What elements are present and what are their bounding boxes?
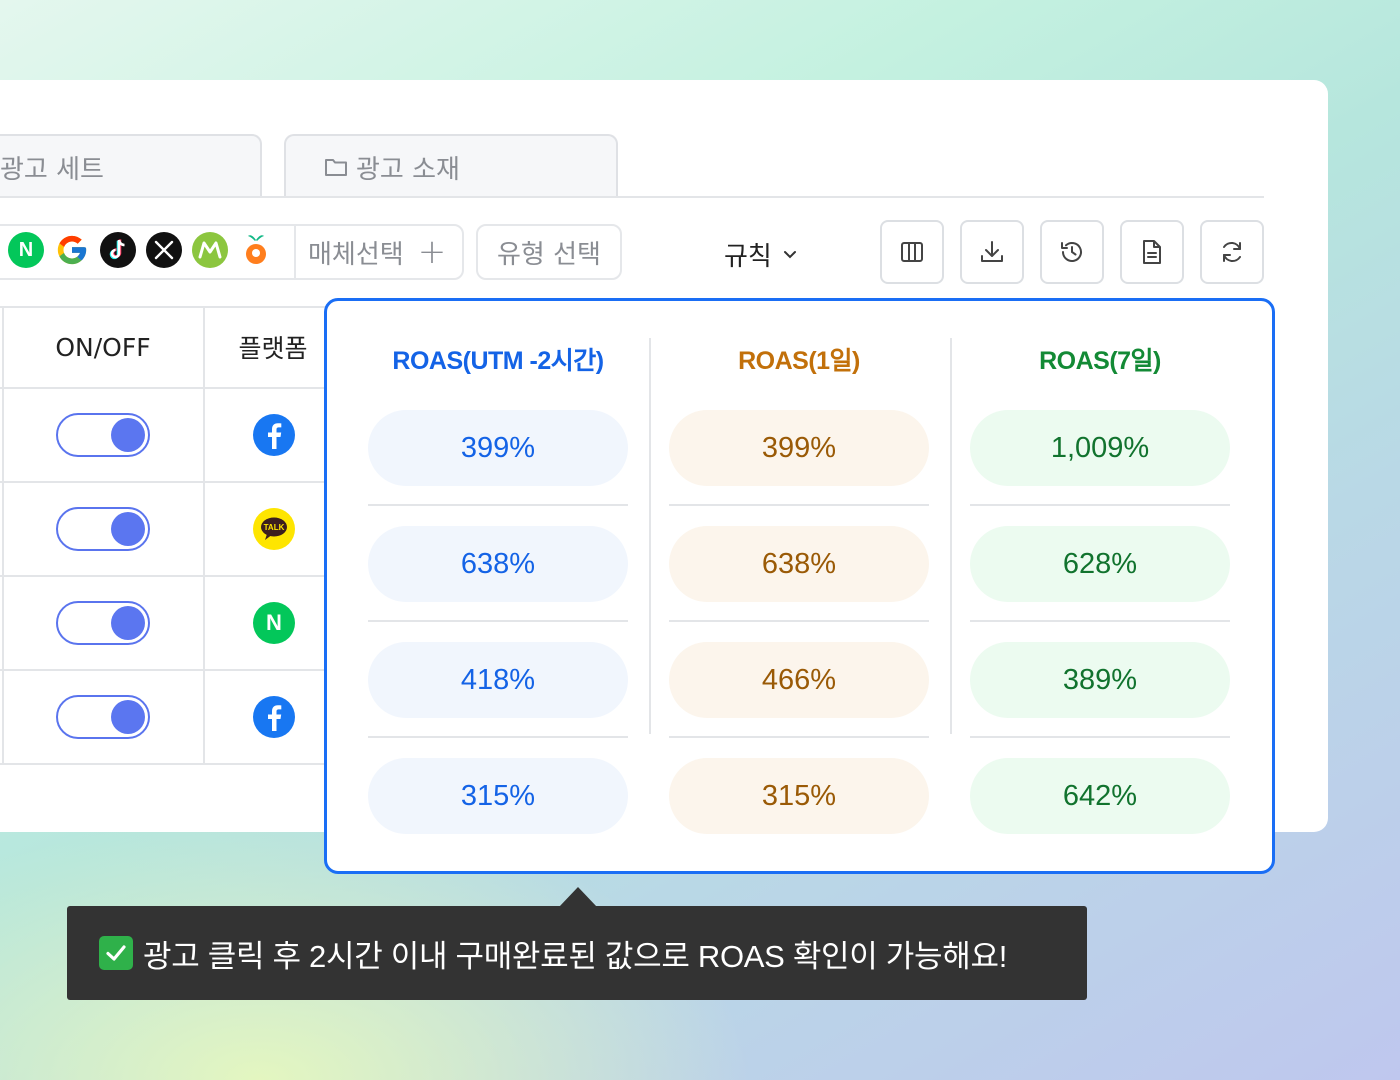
facebook-icon bbox=[253, 696, 295, 738]
type-select-label: 유형 선택 bbox=[497, 239, 601, 270]
x-icon[interactable] bbox=[146, 232, 182, 268]
roas-1d-header: ROAS(1일) bbox=[738, 347, 860, 375]
tab-ad-creative-label: 광고 소재 bbox=[356, 154, 460, 185]
toggle-knob bbox=[111, 700, 145, 734]
roas-row-divider bbox=[368, 620, 628, 622]
column-header-onoff: ON/OFF bbox=[55, 332, 151, 362]
roas-7d-value: 642% bbox=[970, 758, 1230, 834]
toggle-knob bbox=[111, 512, 145, 546]
roas-utm-2h-header: ROAS(UTM -2시간) bbox=[392, 347, 604, 375]
refresh-button[interactable] bbox=[1200, 220, 1264, 284]
document-button[interactable] bbox=[1120, 220, 1184, 284]
roas-utm-2h-value: 418% bbox=[368, 642, 628, 718]
toggle-knob bbox=[111, 418, 145, 452]
media-icon-list: N bbox=[8, 232, 274, 268]
tab-ad-creative[interactable]: 광고 소재 bbox=[284, 134, 618, 198]
roas-7d-header: ROAS(7일) bbox=[1039, 347, 1161, 375]
onoff-toggle[interactable] bbox=[56, 601, 150, 645]
roas-1d-value: 466% bbox=[669, 642, 929, 718]
roas-1d-value: 638% bbox=[669, 526, 929, 602]
plus-icon: + bbox=[417, 232, 447, 272]
roas-1d-value: 399% bbox=[669, 410, 929, 486]
check-icon bbox=[99, 936, 133, 970]
document-icon bbox=[1143, 240, 1161, 264]
refresh-icon bbox=[1223, 242, 1241, 262]
kakao-talk-icon: TALK bbox=[253, 508, 295, 550]
history-icon bbox=[1061, 242, 1082, 262]
roas-row-divider bbox=[970, 504, 1230, 506]
media-filter-divider bbox=[294, 226, 296, 278]
roas-column-divider bbox=[950, 338, 952, 734]
tiktok-icon[interactable] bbox=[100, 232, 136, 268]
table-row-divider bbox=[0, 481, 330, 483]
chevron-down-icon bbox=[783, 250, 796, 258]
media-select-button[interactable]: 매체선택 + bbox=[308, 230, 446, 274]
google-icon[interactable] bbox=[54, 232, 90, 268]
roas-row-divider bbox=[368, 736, 628, 738]
roas-row-divider bbox=[970, 736, 1230, 738]
table-row-divider bbox=[0, 575, 330, 577]
roas-row-divider bbox=[669, 736, 929, 738]
roas-utm-2h-value: 638% bbox=[368, 526, 628, 602]
roas-7d-value: 628% bbox=[970, 526, 1230, 602]
tabs-divider bbox=[0, 196, 1264, 198]
tooltip-text: 광고 클릭 후 2시간 이내 구매완료된 값으로 ROAS 확인이 가능해요! bbox=[143, 938, 1008, 974]
roas-tooltip: 광고 클릭 후 2시간 이내 구매완료된 값으로 ROAS 확인이 가능해요! bbox=[67, 906, 1087, 1000]
history-button[interactable] bbox=[1040, 220, 1104, 284]
roas-7d-value: 389% bbox=[970, 642, 1230, 718]
roas-7d-value: 1,009% bbox=[970, 410, 1230, 486]
svg-text:TALK: TALK bbox=[264, 523, 285, 532]
naver-icon[interactable]: N bbox=[8, 232, 44, 268]
tab-ad-sets[interactable]: 광고 세트 bbox=[0, 134, 262, 198]
table-row-divider bbox=[0, 669, 330, 671]
roas-row-divider bbox=[970, 620, 1230, 622]
roas-utm-2h-value: 399% bbox=[368, 410, 628, 486]
folder-icon bbox=[325, 159, 347, 176]
column-header-platform: 플랫폼 bbox=[238, 334, 308, 363]
type-select-button[interactable]: 유형 선택 bbox=[476, 224, 622, 280]
naver-icon: N bbox=[253, 602, 295, 644]
roas-1d-value: 315% bbox=[669, 758, 929, 834]
carrot-icon[interactable] bbox=[238, 232, 274, 268]
m-icon[interactable] bbox=[192, 232, 228, 268]
roas-utm-2h-value: 315% bbox=[368, 758, 628, 834]
toggle-knob bbox=[111, 606, 145, 640]
columns-button[interactable] bbox=[880, 220, 944, 284]
roas-column-divider bbox=[649, 338, 651, 734]
tooltip-arrow bbox=[559, 887, 597, 907]
tab-ad-sets-label: 광고 세트 bbox=[0, 154, 104, 185]
rules-dropdown[interactable]: 규칙 bbox=[724, 236, 798, 273]
table-row-divider bbox=[0, 763, 330, 765]
media-select-label: 매체선택 bbox=[308, 239, 404, 270]
columns-icon bbox=[901, 242, 923, 262]
download-icon bbox=[981, 241, 1003, 262]
table-row-divider bbox=[0, 387, 330, 389]
roas-row-divider bbox=[669, 620, 929, 622]
onoff-toggle[interactable] bbox=[56, 507, 150, 551]
onoff-toggle[interactable] bbox=[56, 413, 150, 457]
download-button[interactable] bbox=[960, 220, 1024, 284]
onoff-toggle[interactable] bbox=[56, 695, 150, 739]
roas-row-divider bbox=[368, 504, 628, 506]
roas-row-divider bbox=[669, 504, 929, 506]
rules-label: 규칙 bbox=[724, 242, 772, 272]
facebook-icon bbox=[253, 414, 295, 456]
